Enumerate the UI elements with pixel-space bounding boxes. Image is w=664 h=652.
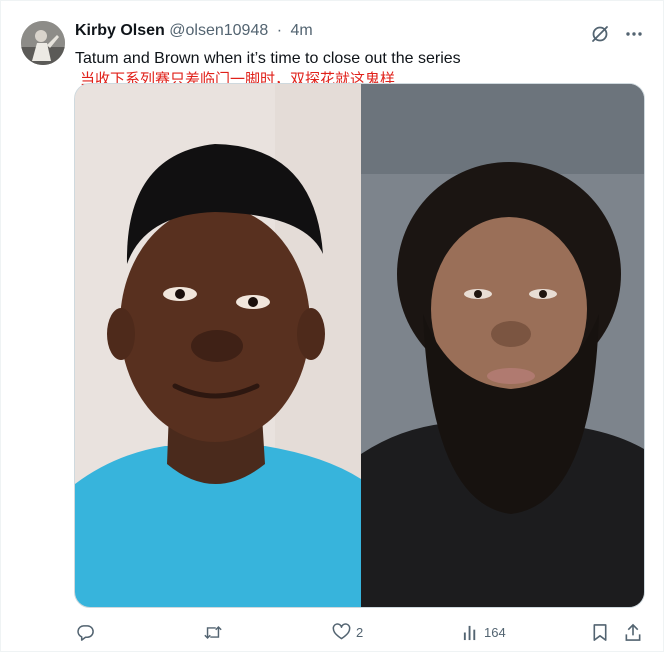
like-icon: [332, 623, 351, 640]
avatar-image: [21, 21, 65, 65]
tweet-media[interactable]: [74, 83, 645, 608]
retweet-icon: [204, 625, 222, 639]
bookmark-icon: [593, 623, 607, 641]
author-name[interactable]: Kirby Olsen: [75, 22, 165, 39]
reply-icon: [77, 624, 94, 641]
like-button[interactable]: 2: [332, 623, 363, 641]
author-handle[interactable]: @olsen10948: [169, 22, 268, 39]
timestamp[interactable]: 4m: [290, 22, 312, 39]
bookmark-button[interactable]: [592, 623, 608, 642]
header-actions: [590, 24, 644, 44]
photo-bearded-man-dark-cape: [361, 84, 644, 607]
more-icon[interactable]: [624, 24, 644, 44]
separator-dot: ·: [276, 22, 283, 39]
views-icon: [463, 625, 476, 640]
views-count: 164: [484, 624, 506, 640]
avatar[interactable]: [21, 21, 65, 65]
tweet-actions: 2 164: [74, 620, 644, 644]
tweet-header: Kirby Olsen @olsen10948 · 4m: [75, 22, 313, 40]
share-icon: [625, 623, 641, 641]
grok-icon[interactable]: [590, 24, 610, 44]
reply-button[interactable]: [76, 623, 100, 642]
like-count: 2: [356, 624, 364, 640]
share-button[interactable]: [624, 623, 642, 642]
retweet-button[interactable]: [203, 623, 228, 642]
photo-young-man-blue-shirt: [75, 84, 361, 607]
views-button[interactable]: 164: [462, 624, 506, 641]
tweet-text: Tatum and Brown when it’s time to close …: [75, 50, 461, 67]
